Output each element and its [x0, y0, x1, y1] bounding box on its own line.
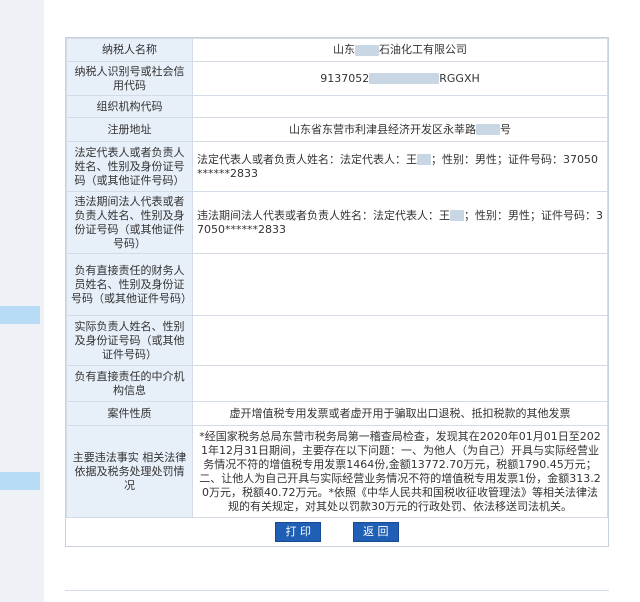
agency-info	[192, 365, 608, 402]
side-tab[interactable]	[0, 306, 40, 324]
row-label: 违法期间法人代表或者负责人姓名、性别及身份证号码（或其他证件号码）	[66, 191, 193, 254]
button-row: 打 印 返 回	[67, 518, 608, 547]
table-row: 纳税人名称 山东 石油化工有限公司	[66, 38, 608, 62]
table-row: 实际负责人姓名、性别及身份证号码（或其他证件号码）	[66, 315, 608, 366]
row-label: 纳税人名称	[66, 38, 193, 62]
row-label: 组织机构代码	[66, 95, 193, 118]
org-code	[192, 95, 608, 118]
table-row: 组织机构代码	[66, 95, 608, 118]
table-row: 案件性质 虚开增值税专用发票或者虚开用于骗取出口退税、抵扣税款的其他发票	[66, 401, 608, 426]
table-row: 纳税人识别号或社会信用代码 9137052 RGGXH	[66, 61, 608, 96]
offense-period-representative: 违法期间法人代表或者负责人姓名：法定代表人：王 ；性别：男性；证件号码：37050…	[192, 191, 608, 254]
row-label: 负有直接责任的财务人员姓名、性别及身份证号码（或其他证件号码）	[66, 253, 193, 316]
actual-controller	[192, 315, 608, 366]
taxpayer-id: 9137052 RGGXH	[192, 61, 608, 96]
table-row: 负有直接责任的中介机构信息	[66, 365, 608, 402]
table-row: 主要违法事实 相关法律依据及税务处理处罚情况 *经国家税务总局东营市税务局第一稽…	[66, 425, 608, 518]
taxpayer-name: 山东 石油化工有限公司	[192, 38, 608, 62]
registered-address: 山东省东营市利津县经济开发区永莘路号	[192, 117, 608, 142]
redaction-mask	[417, 154, 431, 165]
detail-panel: 纳税人名称 山东 石油化工有限公司 纳税人识别号或社会信用代码 9137052 RG…	[44, 0, 640, 602]
redaction-mask	[450, 210, 464, 221]
redaction-mask	[369, 73, 440, 84]
row-label: 实际负责人姓名、性别及身份证号码（或其他证件号码）	[66, 315, 193, 366]
redaction-mask	[476, 124, 500, 135]
row-label: 法定代表人或者负责人姓名、性别及身份证号码（或其他证件号码）	[66, 141, 193, 192]
table-row: 注册地址 山东省东营市利津县经济开发区永莘路号	[66, 117, 608, 142]
case-nature: 虚开增值税专用发票或者虚开用于骗取出口退税、抵扣税款的其他发票	[192, 401, 608, 426]
row-label: 注册地址	[66, 117, 193, 142]
row-label: 负有直接责任的中介机构信息	[66, 365, 193, 402]
violation-facts: *经国家税务总局东营市税务局第一稽查局检查，发现其在2020年01月01日至20…	[192, 425, 608, 518]
row-label: 主要违法事实 相关法律依据及税务处理处罚情况	[66, 425, 193, 518]
row-label: 案件性质	[66, 401, 193, 426]
redaction-mask	[355, 44, 379, 56]
table-row: 负有直接责任的财务人员姓名、性别及身份证号码（或其他证件号码）	[66, 253, 608, 316]
case-detail-table: 纳税人名称 山东 石油化工有限公司 纳税人识别号或社会信用代码 9137052 RG…	[65, 37, 609, 547]
finance-staff	[192, 253, 608, 316]
legal-representative: 法定代表人或者负责人姓名：法定代表人：王 ；性别：男性；证件号码：37050***…	[192, 141, 608, 192]
left-frame	[0, 0, 45, 602]
table-row: 违法期间法人代表或者负责人姓名、性别及身份证号码（或其他证件号码） 违法期间法人…	[66, 191, 608, 254]
back-button[interactable]: 返 回	[352, 522, 399, 542]
table-row: 法定代表人或者负责人姓名、性别及身份证号码（或其他证件号码） 法定代表人或者负责…	[66, 141, 608, 192]
divider	[65, 590, 609, 591]
print-button[interactable]: 打 印	[275, 522, 322, 542]
row-label: 纳税人识别号或社会信用代码	[66, 61, 193, 96]
side-tab[interactable]	[0, 472, 40, 490]
